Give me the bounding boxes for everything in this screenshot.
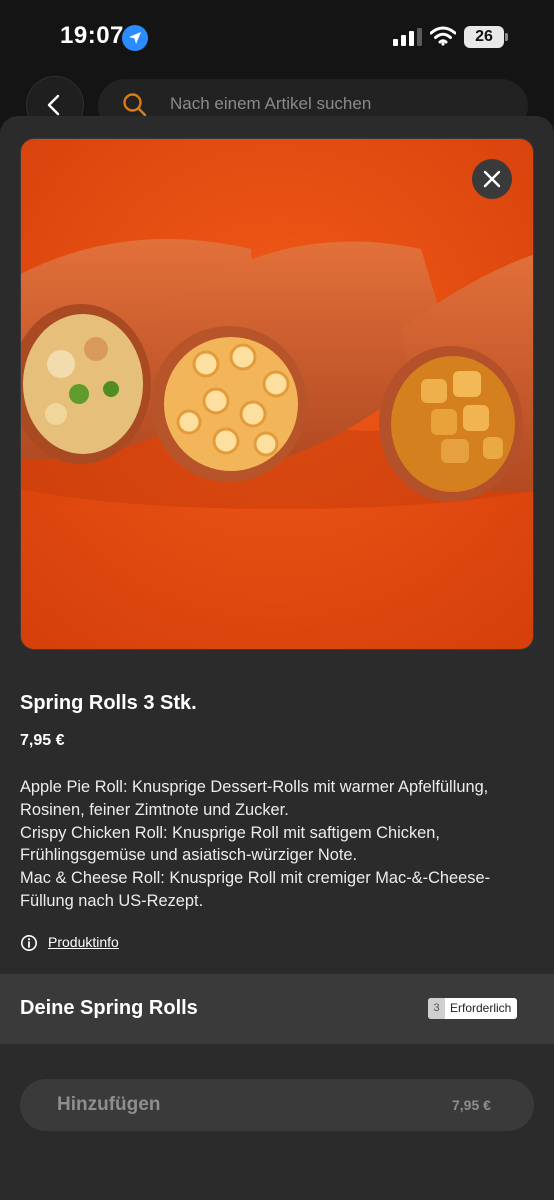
cellular-signal-icon	[393, 28, 422, 46]
location-arrow-icon	[122, 25, 148, 51]
info-icon	[21, 935, 37, 951]
search-icon	[123, 93, 147, 117]
chevron-left-icon	[47, 94, 60, 116]
description-line: Crispy Chicken Roll: Knusprige Roll mit …	[20, 823, 440, 865]
wifi-icon	[430, 26, 456, 46]
product-description: Apple Pie Roll: Knusprige Dessert-Rolls …	[20, 776, 535, 913]
close-icon	[483, 170, 501, 188]
battery-icon: 26	[464, 26, 504, 48]
required-count: 3	[428, 998, 445, 1019]
product-image	[20, 138, 534, 650]
status-time: 19:07	[60, 22, 124, 49]
product-title: Spring Rolls 3 Stk.	[20, 692, 197, 714]
description-line: Apple Pie Roll: Knusprige Dessert-Rolls …	[20, 778, 489, 819]
close-button[interactable]	[472, 159, 512, 199]
product-price: 7,95 €	[20, 732, 65, 749]
required-badge: 3 Erforderlich	[428, 998, 518, 1019]
section-title: Deine Spring Rolls	[20, 997, 198, 1019]
description-line: Mac & Cheese Roll: Knusprige Roll mit cr…	[20, 869, 491, 910]
battery-tip	[505, 33, 508, 41]
search-placeholder: Nach einem Artikel suchen	[170, 94, 372, 113]
add-button-price: 7,95 €	[452, 1097, 491, 1113]
product-info-link[interactable]: Produktinfo	[48, 934, 119, 950]
required-label: Erforderlich	[450, 1001, 512, 1015]
add-button-label: Hinzufügen	[57, 1094, 161, 1115]
